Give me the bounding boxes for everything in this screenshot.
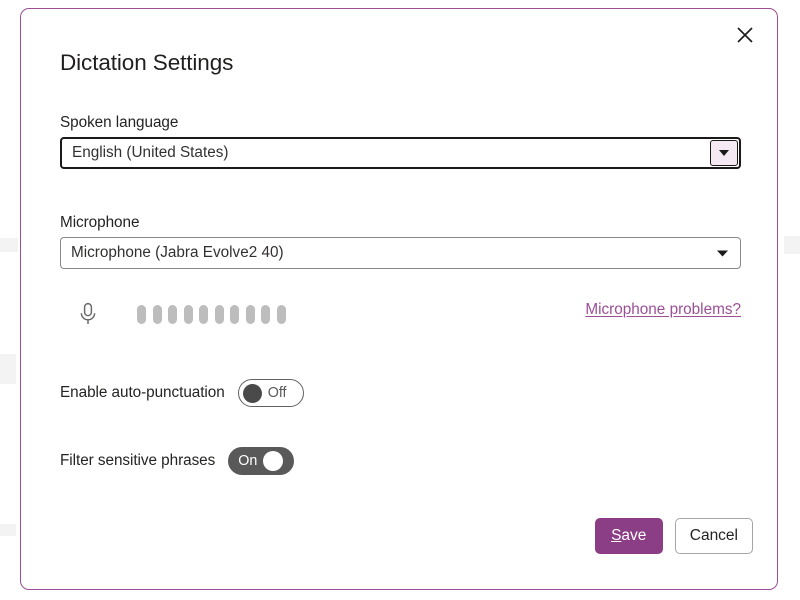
filter-sensitive-label: Filter sensitive phrases [60, 452, 216, 469]
filter-sensitive-row: Filter sensitive phrases On [60, 447, 295, 475]
spoken-language-value: English (United States) [72, 144, 229, 161]
level-bar [199, 305, 208, 324]
level-bar [183, 305, 193, 324]
chevron-down-icon[interactable] [710, 140, 738, 166]
toggle-knob [242, 383, 262, 403]
level-bar [230, 305, 239, 324]
level-bar [137, 305, 146, 324]
auto-punctuation-label: Enable auto-punctuation [60, 384, 225, 401]
screen: Dictation Settings Spoken language Engli… [0, 0, 800, 600]
microphone-value: Microphone (Jabra Evolve2 40) [71, 244, 284, 261]
cancel-button[interactable]: Cancel [674, 518, 753, 554]
microphone-icon [78, 302, 98, 331]
level-bar [261, 305, 270, 324]
dialog-footer: Save Cancel [594, 518, 753, 554]
dictation-settings-dialog: Dictation Settings Spoken language Engli… [20, 8, 778, 590]
filter-sensitive-state: On [238, 453, 258, 469]
level-bar [276, 305, 286, 324]
spoken-language-dropdown[interactable]: English (United States) [60, 137, 741, 169]
close-button[interactable] [727, 18, 763, 52]
microphone-problems-link[interactable]: Microphone problems? [585, 301, 741, 319]
level-bar [168, 305, 177, 324]
microphone-label: Microphone [60, 214, 140, 231]
level-bar [214, 305, 224, 324]
background-bleed [0, 354, 16, 384]
auto-punctuation-state: Off [267, 385, 287, 401]
microphone-level-meter [137, 305, 286, 324]
spoken-language-label: Spoken language [60, 114, 179, 131]
level-bar [152, 305, 162, 324]
microphone-dropdown[interactable]: Microphone (Jabra Evolve2 40) [60, 237, 741, 269]
auto-punctuation-toggle[interactable]: Off [237, 379, 304, 407]
microphone-level-row: Microphone problems? [60, 297, 741, 331]
background-bleed [0, 524, 16, 536]
save-label-rest: ave [621, 527, 647, 544]
level-bar [245, 305, 255, 324]
filter-sensitive-toggle[interactable]: On [228, 447, 295, 475]
page-title: Dictation Settings [60, 50, 234, 75]
close-icon [736, 26, 754, 44]
chevron-down-icon [716, 249, 729, 258]
toggle-knob [263, 451, 284, 471]
save-button[interactable]: Save [594, 518, 663, 554]
save-accelerator: S [611, 527, 622, 544]
auto-punctuation-row: Enable auto-punctuation Off [60, 379, 304, 407]
background-bleed [0, 238, 18, 252]
background-bleed [784, 236, 800, 254]
triangle-glyph [719, 150, 729, 156]
